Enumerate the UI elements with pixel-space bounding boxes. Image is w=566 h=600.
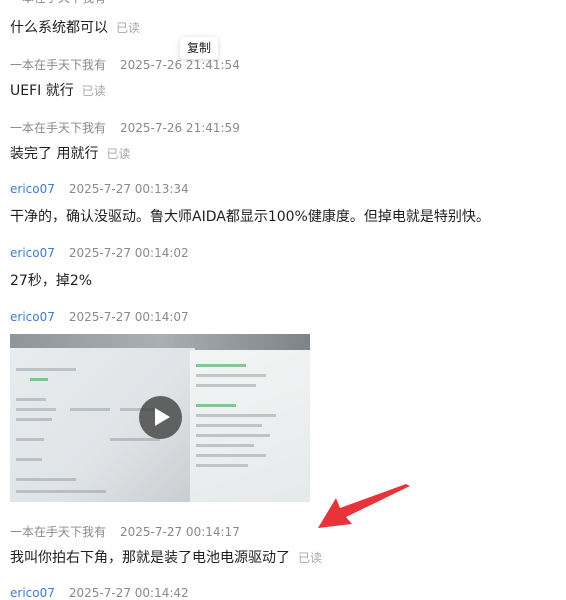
sender-name: 一本在手天下我有 [10, 0, 106, 5]
message-text[interactable]: UEFI 就行 已读 [10, 80, 106, 100]
sender-name[interactable]: erico07 [10, 182, 55, 196]
video-message-thumbnail[interactable] [10, 334, 310, 502]
video-frame-right-window [190, 350, 310, 502]
message-text[interactable]: 装完了 用就行 已读 [10, 143, 130, 163]
sender-name[interactable]: erico07 [10, 310, 55, 324]
read-status: 已读 [81, 84, 106, 98]
message-body: 27秒，掉2% [10, 273, 93, 289]
read-status: 已读 [116, 21, 141, 35]
message-body: 装完了 用就行 [10, 146, 99, 162]
message-text[interactable]: 我叫你拍右下角，那就是装了电池电源驱动了 已读 [10, 547, 322, 567]
message-header: erico07 2025-7-27 00:14:42 [10, 586, 189, 600]
sender-name[interactable]: 一本在手天下我有 [10, 121, 106, 135]
message-time: 2025-7-26 21:41:59 [120, 121, 240, 135]
read-status: 已读 [106, 147, 131, 161]
message-body: UEFI 就行 [10, 83, 74, 99]
copy-label: 复制 [186, 41, 211, 55]
message-header: 一本在手天下我有 2025-7-26 21:41:54 [10, 56, 240, 73]
message-header: erico07 2025-7-27 00:14:02 [10, 246, 189, 260]
message-text[interactable]: 干净的，确认没驱动。鲁大师AIDA都显示100%健康度。但掉电就是特别快。 [10, 206, 490, 226]
message-time: 2025-7-27 00:14:17 [120, 525, 240, 539]
message-time: 2025-7-27 00:14:07 [68, 310, 189, 324]
message-header: 一本在手天下我有 2025-7-26 21:41:59 [10, 119, 240, 136]
message-body: 什么系统都可以 [10, 20, 108, 36]
message-body: 干净的，确认没驱动。鲁大师AIDA都显示100%健康度。但掉电就是特别快。 [10, 209, 490, 225]
message-body: 我叫你拍右下角，那就是装了电池电源驱动了 [10, 550, 290, 566]
message-text[interactable]: 什么系统都可以 已读 [10, 17, 140, 37]
sender-name[interactable]: 一本在手天下我有 [10, 525, 106, 539]
sender-name[interactable]: erico07 [10, 246, 55, 260]
message-text[interactable]: 27秒，掉2% [10, 270, 92, 290]
play-icon[interactable] [139, 396, 182, 439]
sender-name[interactable]: erico07 [10, 586, 55, 600]
message-time: 2025-7-27 00:13:34 [68, 182, 189, 196]
read-status: 已读 [298, 551, 323, 565]
message-header: erico07 2025-7-27 00:13:34 [10, 182, 189, 196]
message-header: 一本在手天下我有 2025-7-27 00:14:17 [10, 523, 240, 540]
sender-name[interactable]: 一本在手天下我有 [10, 58, 106, 72]
message-header: erico07 2025-7-27 00:14:07 [10, 310, 189, 324]
message-time: 2025-7-27 00:14:02 [68, 246, 189, 260]
clipped-sender-line: 一本在手天下我有 [10, 0, 120, 6]
message-time: 2025-7-26 21:41:54 [120, 58, 240, 72]
annotation-arrow-icon [318, 484, 410, 528]
message-time: 2025-7-27 00:14:42 [68, 586, 189, 600]
